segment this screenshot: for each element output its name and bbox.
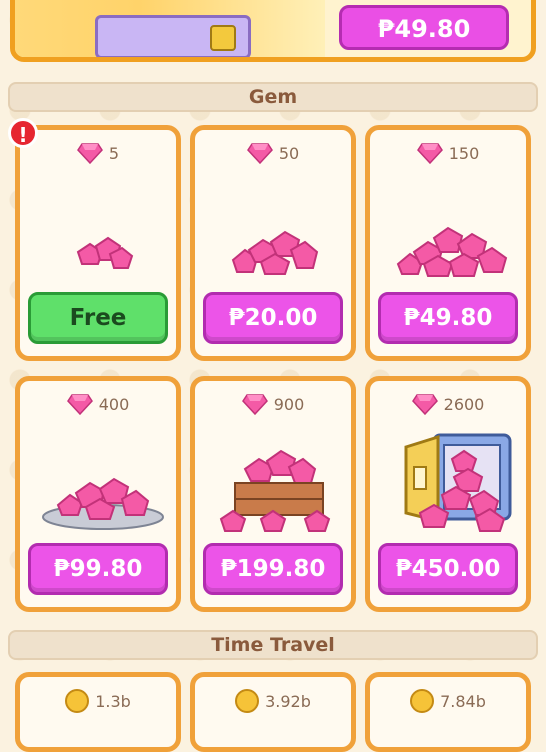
coin-amount-label: 1.3b: [95, 691, 131, 711]
gem-icon: [411, 394, 438, 415]
top-offer-price-button[interactable]: ₱49.80: [339, 5, 509, 50]
alert-icon: !: [8, 118, 38, 148]
coin-amount: 1.3b: [20, 689, 176, 713]
gem-pack-card-2600[interactable]: 2600 ₱450.00: [365, 376, 531, 612]
gem-icon: [241, 394, 268, 415]
gem-amount-label: 150: [448, 143, 480, 163]
gem-pack-card-50[interactable]: 50 ₱20.00: [190, 125, 356, 361]
gem-amount: 5: [20, 142, 176, 164]
gem-pile-small-icon: [76, 236, 134, 269]
gem-amount-label: 50: [278, 143, 300, 163]
gem-pile-medium-icon: [231, 230, 319, 275]
gem-pack-buy-button[interactable]: ₱99.80: [28, 543, 168, 595]
gem-icon: [66, 394, 93, 415]
gem-pack-card-400[interactable]: 400 ₱99.80: [15, 376, 181, 612]
time-travel-section-header: Time Travel: [8, 630, 538, 660]
gem-icon: [416, 143, 443, 164]
time-travel-card-2[interactable]: 3.92b: [190, 672, 356, 752]
gem-pack-buy-button[interactable]: ₱450.00: [378, 543, 518, 595]
gem-pile-large-icon: [396, 226, 508, 277]
gem-pack-card-150[interactable]: 150 ₱49.80: [365, 125, 531, 361]
gem-amount-label: 5: [108, 143, 120, 163]
chest-lock-icon: [210, 25, 236, 51]
gem-amount: 150: [370, 142, 526, 164]
time-travel-card-3[interactable]: 7.84b: [365, 672, 531, 752]
gem-section-header: Gem: [8, 82, 538, 112]
gem-pack-buy-button[interactable]: ₱199.80: [203, 543, 343, 595]
gem-bowl-icon: [42, 477, 164, 530]
coin-amount: 7.84b: [370, 689, 526, 713]
time-travel-card-1[interactable]: 1.3b: [15, 672, 181, 752]
gem-amount: 2600: [370, 393, 526, 415]
gem-amount-label: 900: [273, 394, 305, 414]
gem-icon: [246, 143, 273, 164]
gem-icon: [76, 143, 103, 164]
coin-amount-label: 7.84b: [440, 691, 486, 711]
gem-amount-label: 400: [98, 394, 130, 414]
gem-pack-buy-button[interactable]: ₱20.00: [203, 292, 343, 344]
gem-amount: 900: [195, 393, 351, 415]
coin-amount-label: 3.92b: [265, 691, 311, 711]
top-offer-banner[interactable]: ₱49.80: [10, 0, 536, 62]
coin-icon: [410, 689, 435, 713]
gem-pack-free-button[interactable]: Free: [28, 292, 168, 344]
coin-icon: [235, 689, 260, 713]
gem-amount-label: 2600: [443, 394, 485, 414]
coin-amount: 3.92b: [195, 689, 351, 713]
gem-vault-icon: [404, 433, 512, 532]
gem-amount: 400: [20, 393, 176, 415]
gem-pack-buy-button[interactable]: ₱49.80: [378, 292, 518, 344]
gem-pack-card-5[interactable]: 5 Free: [15, 125, 181, 361]
gem-amount: 50: [195, 142, 351, 164]
gem-pack-card-900[interactable]: 900 ₱199.80: [190, 376, 356, 612]
gem-crate-icon: [219, 449, 331, 532]
coin-icon: [65, 689, 90, 713]
